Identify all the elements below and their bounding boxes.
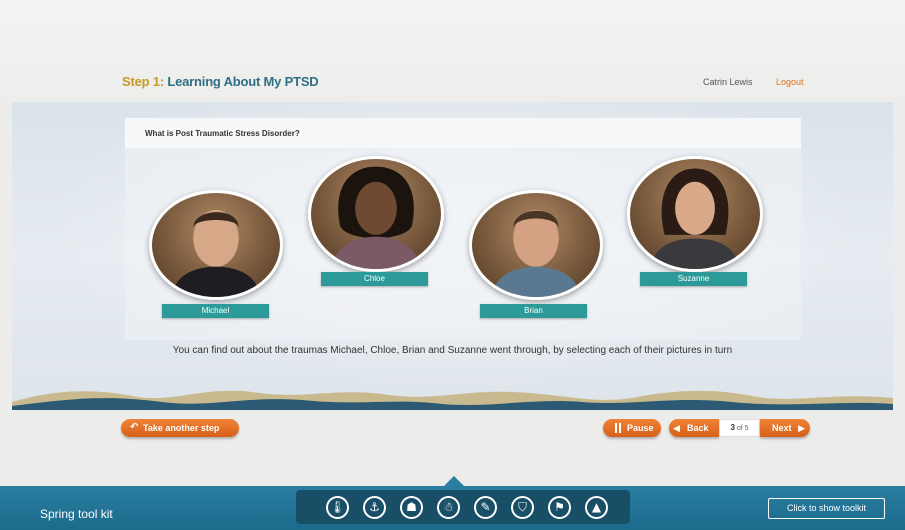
user-name: Catrin Lewis (703, 77, 753, 87)
page-current: 3 (730, 423, 735, 432)
take-another-step-label: Take another step (143, 423, 220, 433)
pause-icon (614, 423, 622, 433)
chevron-right-icon: ▶ (798, 423, 805, 433)
page-indicator: 3 of 5 (719, 419, 760, 437)
person-icon[interactable]: ☃ (437, 496, 460, 519)
name-tag-suzanne[interactable]: Suzanne (640, 272, 747, 286)
person-chloe[interactable]: Chloe (306, 156, 448, 292)
name-tag-chloe[interactable]: Chloe (321, 272, 428, 286)
person-suzanne[interactable]: Suzanne (625, 156, 767, 292)
person-image (171, 210, 261, 297)
page-title: Step 1: Learning About My PTSD (122, 74, 319, 89)
portrait-brian[interactable] (469, 190, 603, 300)
portrait-suzanne[interactable] (627, 156, 763, 272)
thermometer-icon[interactable]: 🌡 (326, 496, 349, 519)
back-label: Back (687, 423, 709, 433)
name-tag-brian[interactable]: Brian (480, 304, 587, 318)
step-prefix: Step 1: (122, 74, 164, 89)
notes-icon[interactable]: ✎ (474, 496, 497, 519)
person-image (491, 210, 581, 297)
chevron-left-icon: ◀ (673, 423, 680, 433)
instruction-text: You can find out about the traumas Micha… (172, 345, 733, 356)
take-another-step-button[interactable]: ↶ Take another step (121, 419, 239, 437)
toolkit-title: Spring tool kit (40, 507, 113, 521)
anchor-icon[interactable]: ⚓ (363, 496, 386, 519)
walking-icon[interactable]: ⚑ (548, 496, 571, 519)
hills-decoration (12, 390, 893, 410)
mountain-icon[interactable]: ▲ (585, 496, 608, 519)
step-name: Learning About My PTSD (167, 74, 319, 89)
person-image (330, 166, 422, 269)
portrait-chloe[interactable] (308, 156, 444, 272)
person-michael[interactable]: Michael (145, 190, 287, 320)
pause-button[interactable]: Pause (603, 419, 661, 437)
toolbar-notch (444, 476, 464, 486)
portrait-michael[interactable] (149, 190, 283, 300)
return-arrow-icon: ↶ (130, 422, 139, 433)
next-label: Next (772, 423, 792, 433)
page-total: of 5 (736, 425, 749, 432)
name-tag-michael[interactable]: Michael (162, 304, 269, 318)
meditation-icon[interactable]: ☗ (400, 496, 423, 519)
shield-icon[interactable]: ⛉ (511, 496, 534, 519)
back-button[interactable]: ◀ Back (669, 419, 719, 437)
question-text: What is Post Traumatic Stress Disorder? (145, 129, 300, 138)
next-button[interactable]: Next ▶ (760, 419, 810, 437)
person-brian[interactable]: Brian (466, 190, 608, 320)
pause-label: Pause (627, 423, 654, 433)
logout-link[interactable]: Logout (776, 77, 804, 87)
person-image (649, 168, 741, 269)
show-toolkit-button[interactable]: Click to show toolkit (768, 498, 885, 519)
